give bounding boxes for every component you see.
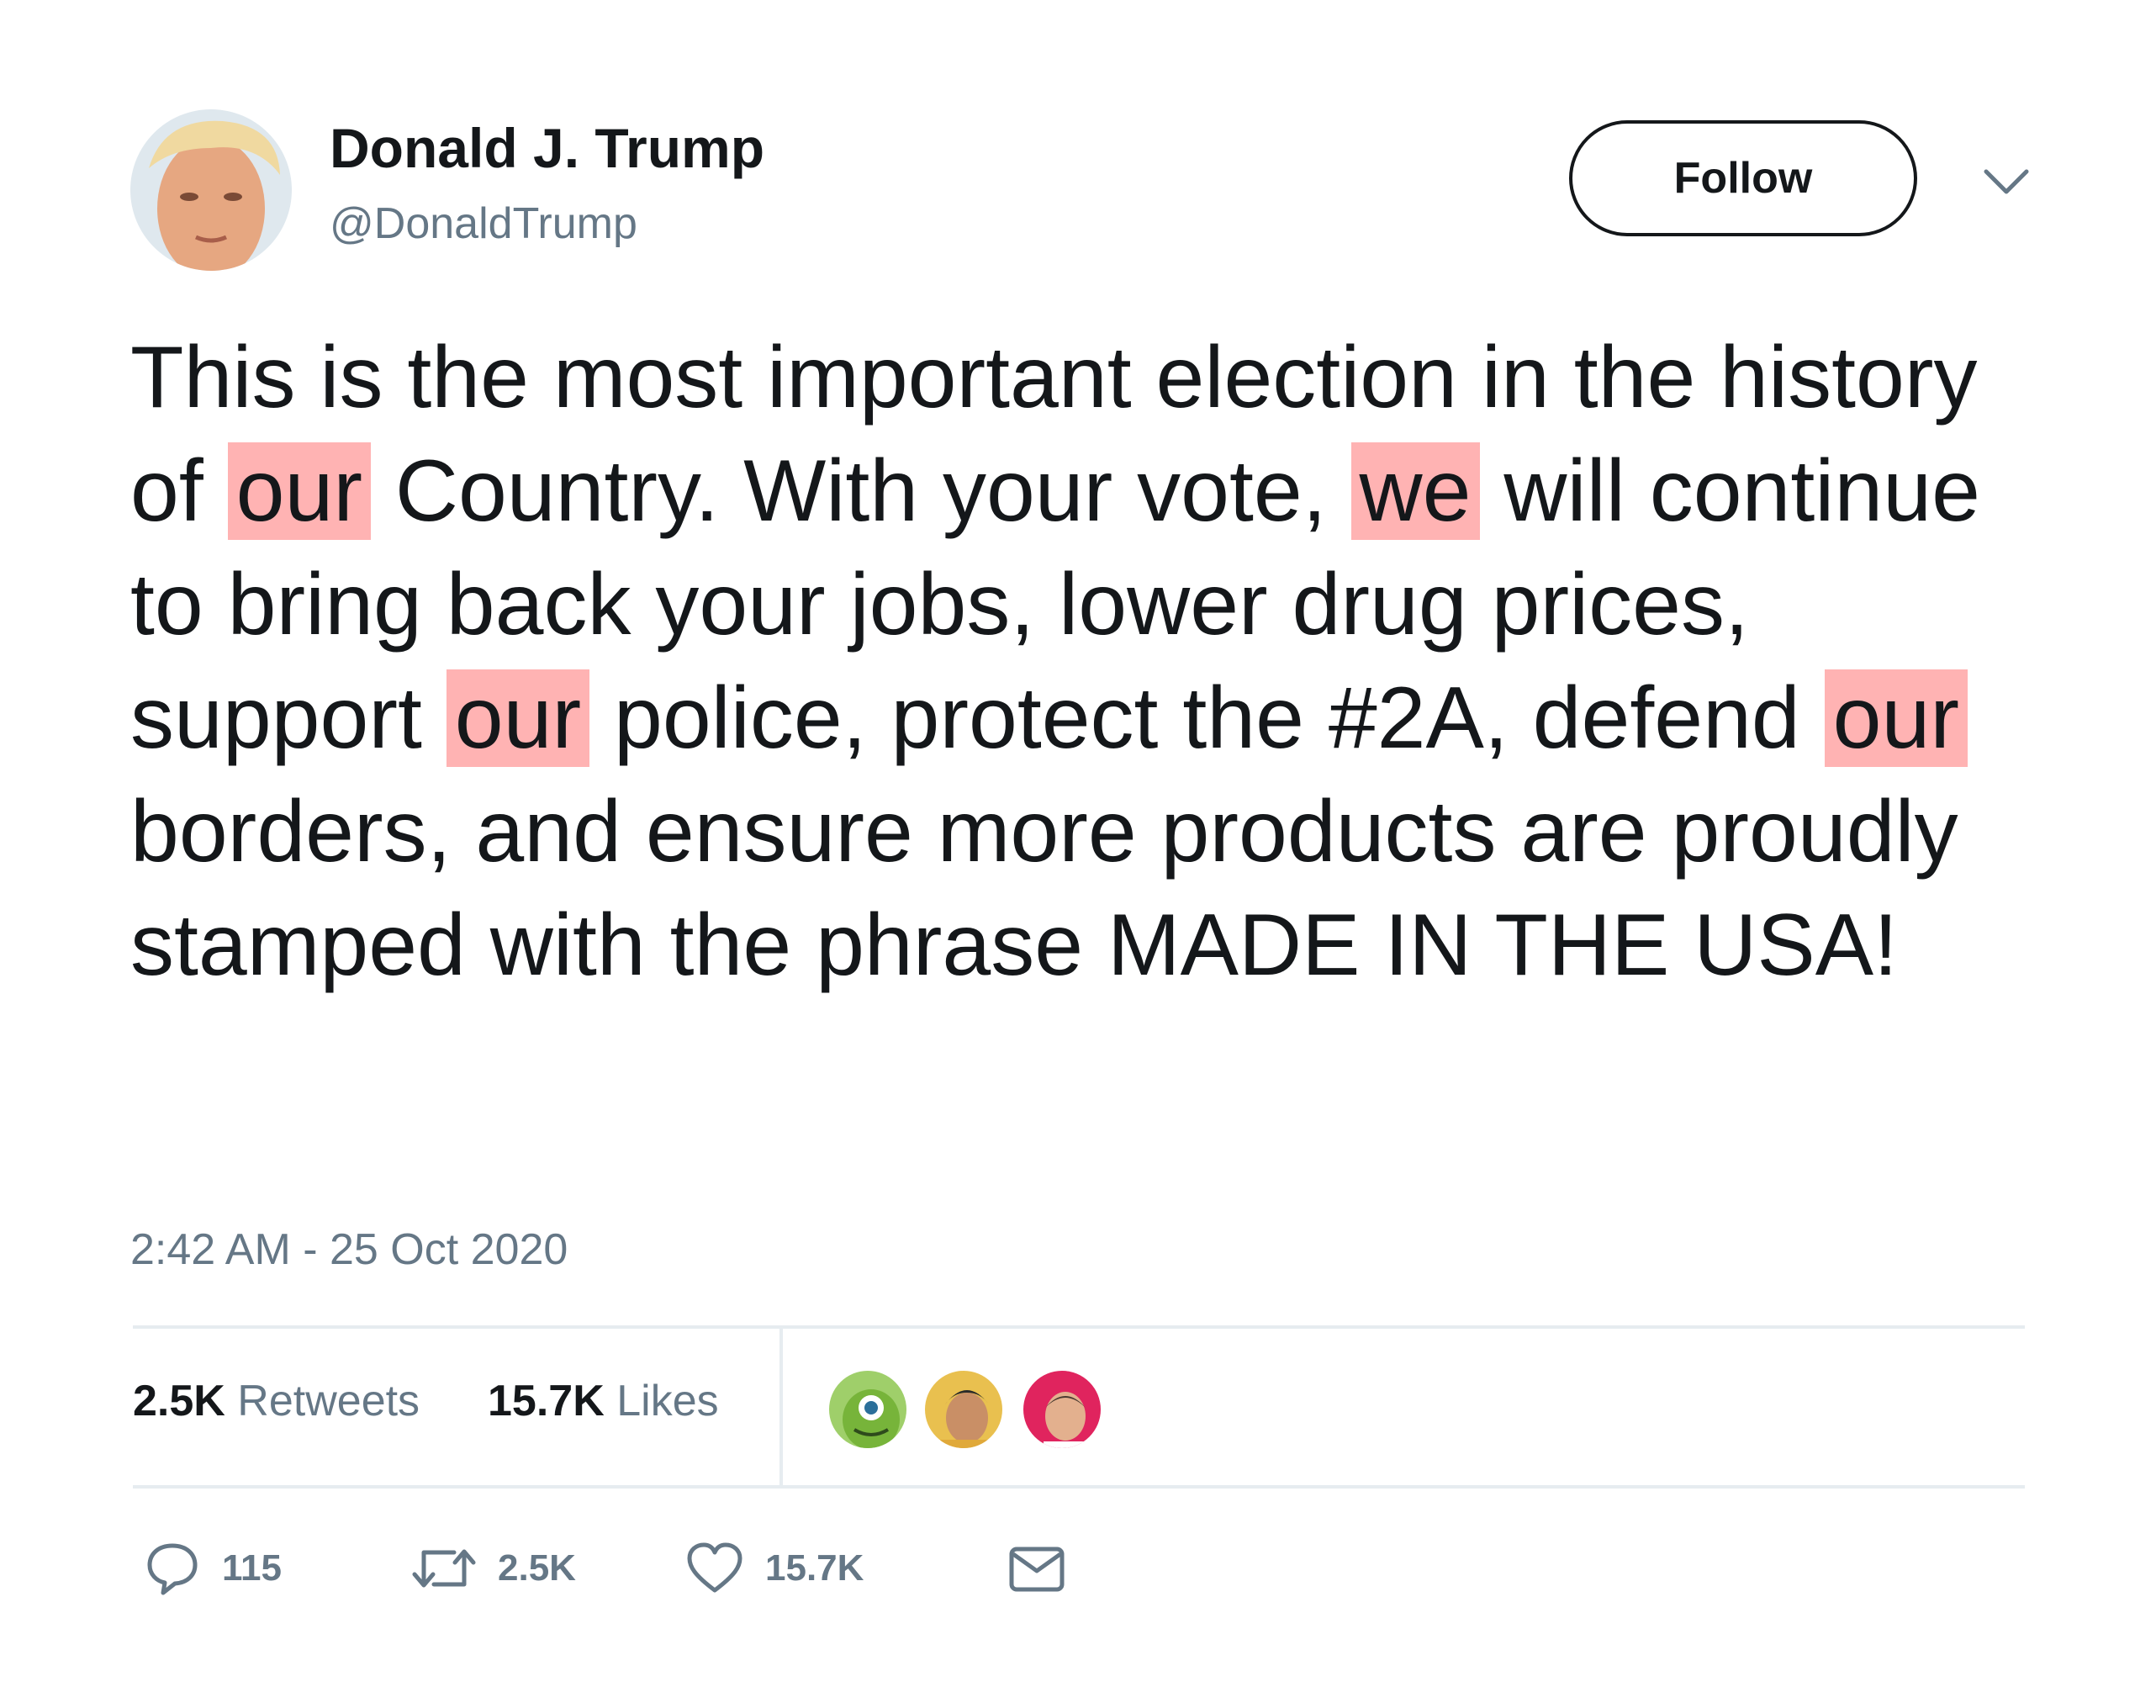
highlighted-word: we: [1350, 442, 1480, 540]
heart-icon: [686, 1541, 743, 1595]
retweets-count: 2.5K: [133, 1377, 225, 1425]
caret-down-icon[interactable]: [1981, 165, 2032, 198]
like-button[interactable]: 15.7K: [686, 1539, 864, 1598]
author-name[interactable]: Donald J. Trump: [330, 116, 764, 180]
author-handle[interactable]: @DonaldTrump: [330, 198, 637, 249]
tweet-text-segment: borders, and ensure more products are pr…: [130, 783, 1958, 994]
retweet-count: 2.5K: [498, 1547, 576, 1589]
highlighted-word: our: [446, 669, 590, 767]
likes-stat[interactable]: 15.7K Likes: [488, 1376, 719, 1426]
divider: [133, 1325, 2025, 1329]
reply-count: 115: [222, 1547, 282, 1589]
retweets-label: Retweets: [237, 1377, 420, 1425]
liker-avatar[interactable]: [1020, 1367, 1104, 1452]
tweet-text-segment: police, protect the #2A, defend: [589, 669, 1825, 767]
liker-avatar[interactable]: [922, 1367, 1006, 1452]
divider: [133, 1485, 2025, 1489]
vertical-divider: [779, 1327, 783, 1487]
reply-button[interactable]: 115: [145, 1539, 282, 1598]
highlighted-word: our: [227, 442, 371, 540]
likes-count: 15.7K: [488, 1377, 605, 1425]
retweet-icon: [412, 1541, 476, 1596]
retweets-stat[interactable]: 2.5K Retweets: [133, 1376, 420, 1426]
mail-icon: [1007, 1542, 1066, 1594]
highlighted-word: our: [1824, 669, 1968, 767]
tweet-text: This is the most important election in t…: [130, 321, 2022, 1002]
liker-avatar[interactable]: [826, 1367, 910, 1452]
retweet-button[interactable]: 2.5K: [412, 1539, 576, 1598]
direct-message-button[interactable]: [1007, 1539, 1066, 1598]
likes-label: Likes: [616, 1377, 719, 1425]
reply-icon: [145, 1541, 200, 1596]
author-avatar[interactable]: [130, 109, 292, 271]
like-count: 15.7K: [765, 1547, 864, 1589]
tweet-text-segment: Country. With your vote,: [370, 442, 1351, 540]
follow-button[interactable]: Follow: [1569, 120, 1917, 236]
tweet-timestamp[interactable]: 2:42 AM - 25 Oct 2020: [130, 1224, 568, 1275]
